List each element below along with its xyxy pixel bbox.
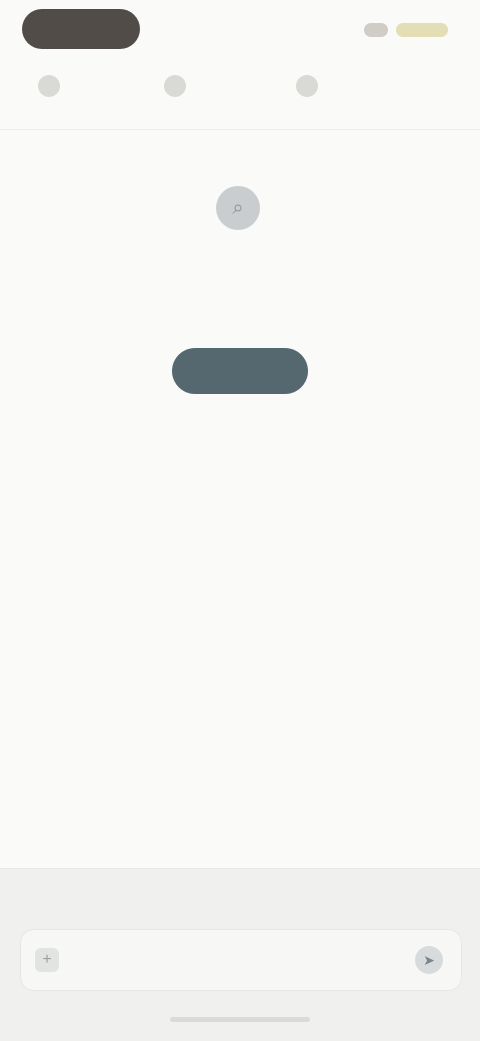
profile-icon[interactable] [296,75,318,97]
send-icon[interactable]: ➤ [415,946,443,974]
home-indicator [170,1017,310,1022]
search-icon: ⌕ [216,186,260,230]
composer: + ➤ [0,868,480,1041]
top-bar [0,0,480,130]
filter-icon[interactable] [164,75,186,97]
message-input[interactable] [73,942,377,978]
toolbar [0,62,480,110]
composer-field[interactable]: + ➤ [20,929,462,991]
toolbar-divider [0,129,480,130]
status-indicators [352,21,448,39]
primary-action-button[interactable] [172,348,308,394]
empty-state: ⌕ [0,180,480,420]
status-chip [364,23,388,37]
status-chip-accent [396,23,448,37]
status-pill [22,9,140,49]
menu-icon[interactable] [38,75,60,97]
plus-icon[interactable]: + [35,948,59,972]
